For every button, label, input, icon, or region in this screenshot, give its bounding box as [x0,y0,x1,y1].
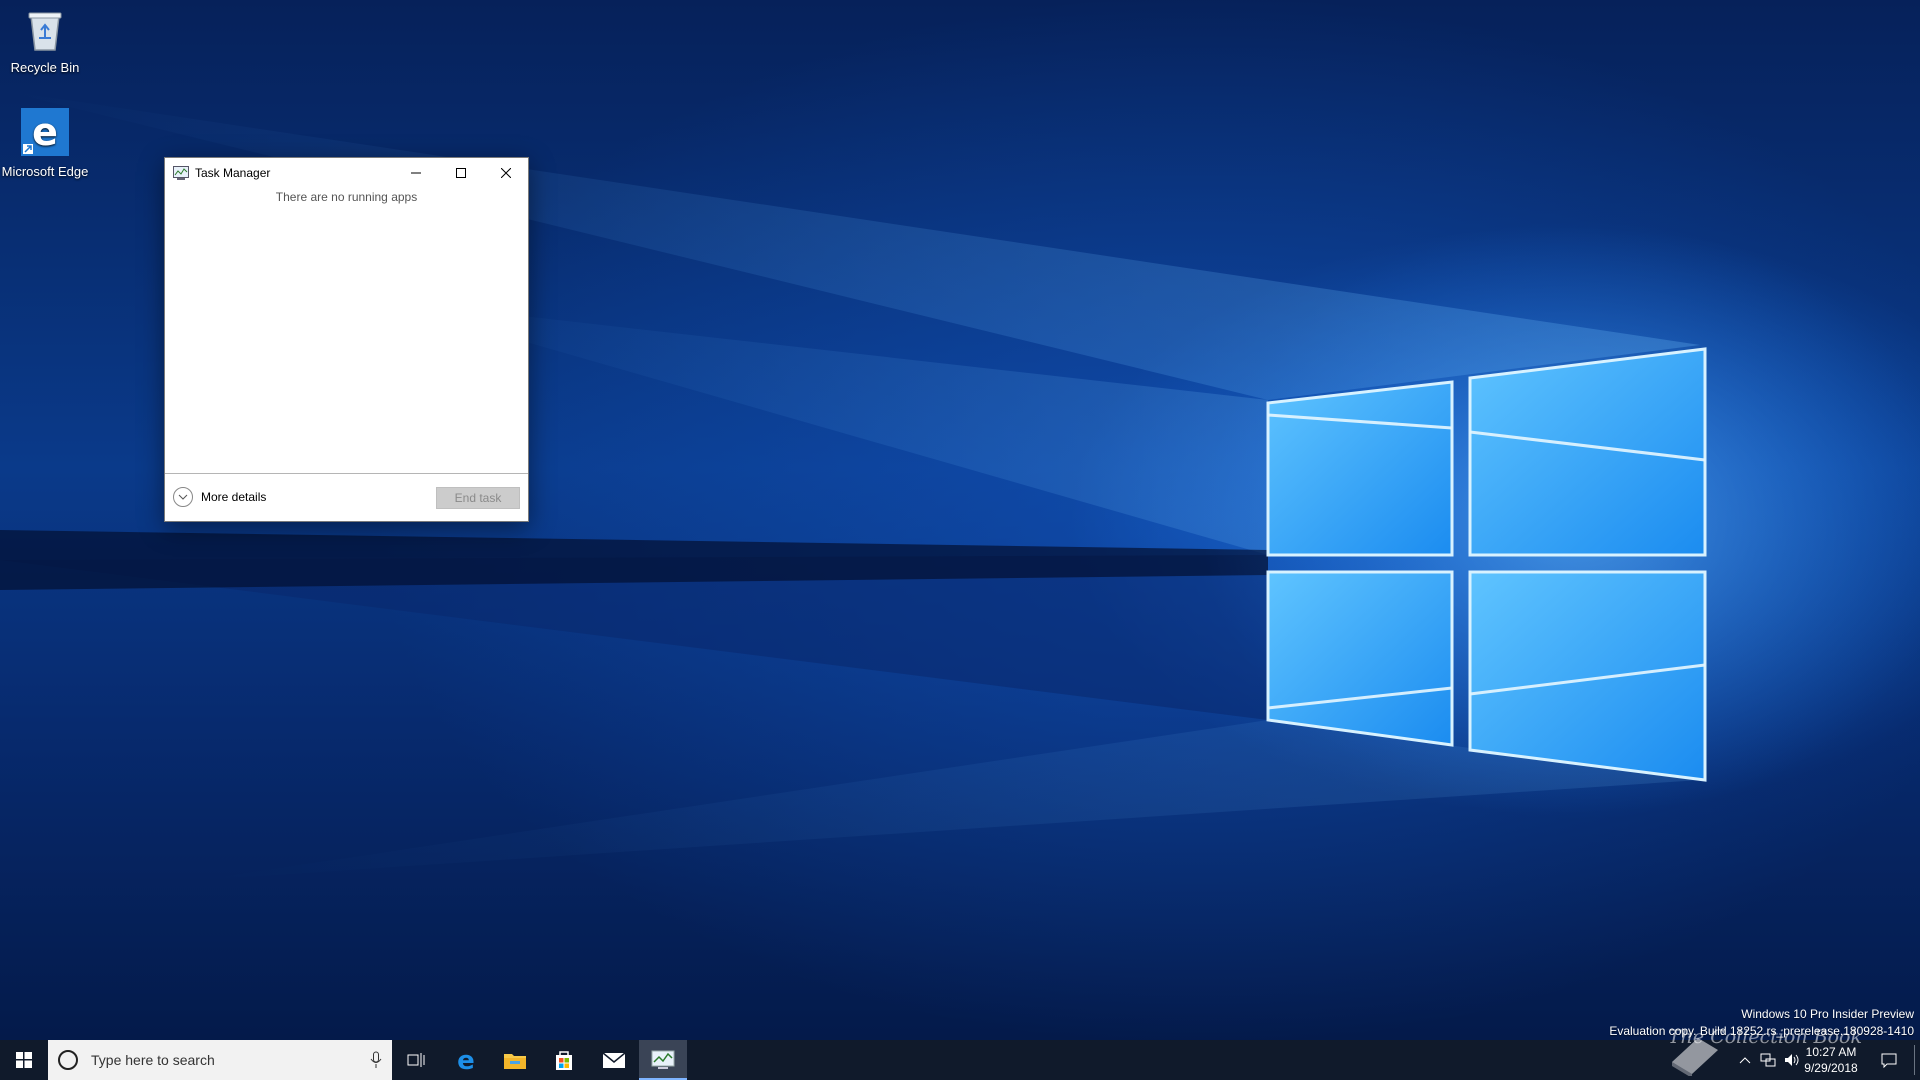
taskbar-file-explorer[interactable] [491,1040,539,1080]
action-center-button[interactable] [1878,1040,1900,1080]
chevron-down-icon [173,487,193,507]
watermark-line-1: Windows 10 Pro Insider Preview [1741,1007,1914,1021]
store-icon [556,1051,572,1070]
svg-text:e: e [457,1048,475,1072]
more-details-label: More details [201,490,267,504]
action-center-icon [1881,1053,1897,1068]
maximize-icon [455,168,466,178]
taskbar-mail[interactable] [590,1040,638,1080]
desktop: Recycle Bin e Microsoft Edge Task Manage… [0,0,1920,1040]
empty-apps-message: There are no running apps [275,190,418,204]
edge-icon: e [457,1048,475,1072]
show-desktop-divider [1913,1045,1915,1075]
show-desktop-button[interactable] [1912,1040,1916,1080]
title-bar[interactable]: Task Manager [165,158,528,188]
desktop-icon-label: Microsoft Edge [1,164,89,179]
task-view-button[interactable] [392,1040,440,1080]
minimize-button[interactable] [393,158,438,188]
svg-text:e: e [32,110,58,154]
network-icon [1760,1053,1776,1067]
close-button[interactable] [483,158,528,188]
task-manager-footer: More details End task [165,473,528,521]
chevron-up-icon [1739,1057,1751,1064]
taskbar-edge[interactable]: e [442,1040,490,1080]
search-box[interactable]: Type here to search [48,1040,392,1080]
cortana-icon [58,1050,78,1070]
mail-icon [602,1052,626,1068]
taskbar: Type here to search e 10:27 AM 9/29/2018 [0,1040,1920,1080]
task-manager-icon [173,166,189,180]
end-task-button[interactable]: End task [436,487,520,509]
taskbar-store[interactable] [540,1040,588,1080]
microphone-icon[interactable] [370,1051,382,1069]
task-view-icon [407,1053,425,1067]
task-manager-window: Task Manager There are no running apps M… [164,157,529,522]
search-placeholder: Type here to search [91,1052,215,1068]
logo-watermark: The Collection Book [1668,1026,1862,1048]
start-button[interactable] [0,1040,48,1080]
clock-date: 9/29/2018 [1804,1061,1858,1075]
minimize-icon [410,172,421,174]
windows-logo-icon [16,1052,32,1068]
desktop-icon-recycle-bin[interactable]: Recycle Bin [0,8,90,76]
close-icon [500,168,511,178]
maximize-button[interactable] [438,158,483,188]
recycle-bin-icon [0,8,90,56]
desktop-icon-label: Recycle Bin [10,60,80,75]
more-details-button[interactable]: More details [173,487,266,507]
taskbar-task-manager[interactable] [639,1040,687,1080]
edge-icon: e [0,108,90,160]
file-explorer-icon [504,1054,526,1069]
window-title: Task Manager [195,166,271,180]
task-manager-icon [651,1050,675,1069]
desktop-icon-microsoft-edge[interactable]: e Microsoft Edge [0,108,90,180]
